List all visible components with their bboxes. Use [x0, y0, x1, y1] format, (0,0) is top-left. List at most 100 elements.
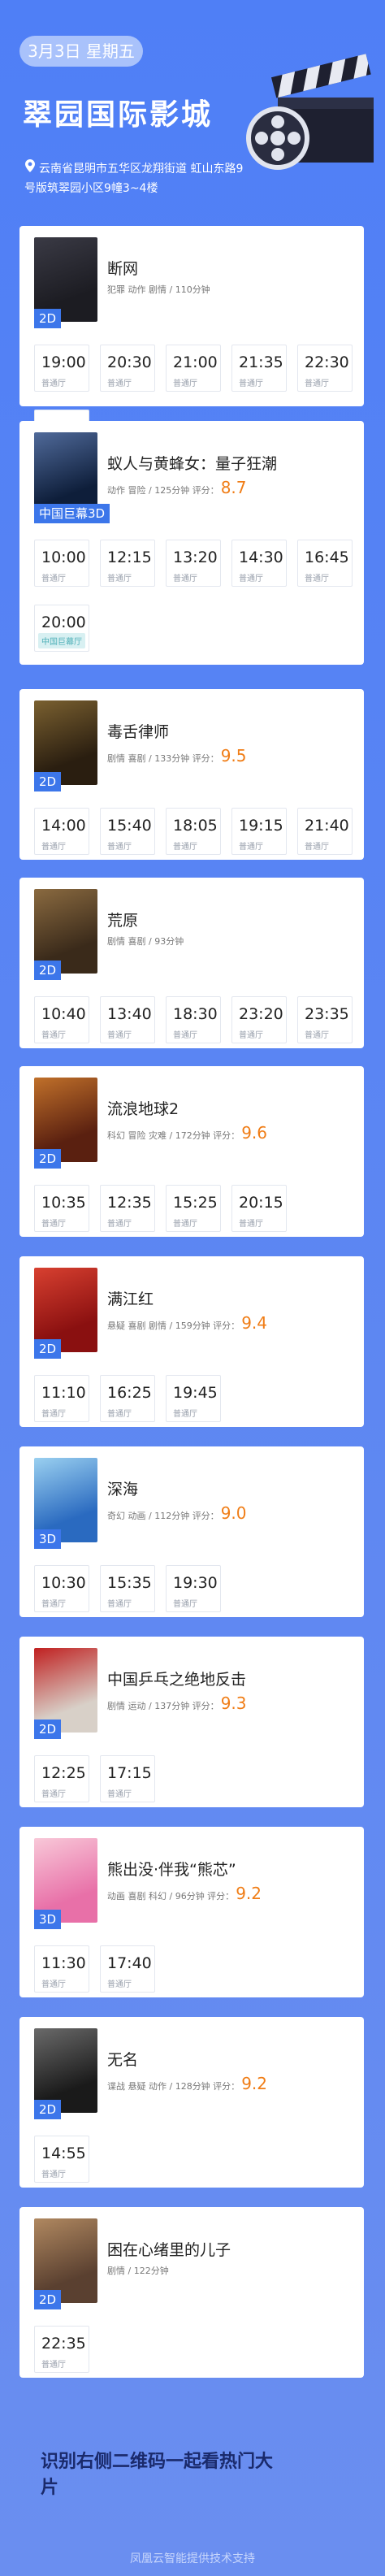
showtime-slot[interactable]: 16:45 普通厅: [297, 540, 353, 587]
showtime-slot[interactable]: 21:35 普通厅: [231, 345, 287, 392]
movie-title[interactable]: 毒舌律师: [107, 720, 169, 742]
format-badge: 2D: [34, 961, 62, 980]
showtime-time: 14:55: [41, 2144, 86, 2162]
movie-card[interactable]: 2D 流浪地球2 科幻 冒险 灾难 / 172分钟 评分： 9.6 10:35 普通厅 12…: [19, 1066, 364, 1237]
movie-title[interactable]: 蚁人与黄蜂女：量子狂潮: [107, 452, 277, 474]
movie-card[interactable]: 2D 中国乒乓之绝地反击 剧情 运动 / 137分钟 评分： 9.3 12:25 普通厅 1…: [19, 1637, 364, 1807]
showtime-hall: 普通厅: [173, 1031, 197, 1040]
showtime-hall: 普通厅: [41, 1220, 66, 1229]
movie-title[interactable]: 满江红: [107, 1287, 154, 1309]
movie-title[interactable]: 熊出没·伴我“熊芯”: [107, 1858, 236, 1880]
showtime-slot[interactable]: 16:25 普通厅: [100, 1375, 155, 1422]
movie-meta: 剧情 运动 / 137分钟 评分： 9.3: [107, 1693, 247, 1713]
showtime-hall: 普通厅: [41, 843, 66, 852]
movie-title[interactable]: 断网: [107, 257, 138, 279]
showtime-time: 17:40: [107, 1954, 152, 1972]
showtime-slot[interactable]: 20:00 中国巨幕厅: [34, 605, 89, 652]
showtime-slot[interactable]: 12:15 普通厅: [100, 540, 155, 587]
showtime-slot[interactable]: 19:15 普通厅: [231, 808, 287, 855]
showtime-hall: 普通厅: [107, 575, 132, 583]
movie-meta-text: 科幻 冒险 灾难 / 172分钟 评分：: [107, 1130, 240, 1141]
showtime-slot[interactable]: 12:35 普通厅: [100, 1185, 155, 1232]
date-badge: 3月3日 星期五: [19, 36, 143, 67]
showtime-slot[interactable]: 17:15 普通厅: [100, 1755, 155, 1802]
movie-card[interactable]: 2D 无名 谍战 悬疑 动作 / 128分钟 评分： 9.2 14:55 普通厅: [19, 2017, 364, 2188]
movie-card[interactable]: 3D 深海 奇幻 动画 / 112分钟 评分： 9.0 10:30 普通厅 15:35 普通厅…: [19, 1446, 364, 1617]
format-badge: 2D: [34, 2100, 62, 2119]
showtime-hall: 普通厅: [107, 1980, 132, 1989]
movie-score: 9.4: [241, 1313, 267, 1333]
format-badge: 2D: [34, 1720, 62, 1739]
format-badge: 2D: [34, 1149, 62, 1169]
movie-meta: 剧情 喜剧 / 93分钟: [107, 935, 184, 948]
showtime-time: 15:25: [173, 1194, 218, 1212]
showtime-slot[interactable]: 19:30 普通厅: [166, 1565, 221, 1612]
movie-title[interactable]: 流浪地球2: [107, 1097, 179, 1119]
format-badge: 3D: [34, 1910, 62, 1929]
showtime-slot[interactable]: 15:25 普通厅: [166, 1185, 221, 1232]
showtime-hall: 普通厅: [305, 1031, 329, 1040]
showtime-slot[interactable]: 14:30 普通厅: [231, 540, 287, 587]
movie-card[interactable]: 3D 熊出没·伴我“熊芯” 动画 喜剧 科幻 / 96分钟 评分： 9.2 11:30 普…: [19, 1827, 364, 1997]
showtime-slot[interactable]: 18:05 普通厅: [166, 808, 221, 855]
showtime-slot[interactable]: 14:55 普通厅: [34, 2136, 89, 2183]
movie-card[interactable]: 2D 荒原 剧情 喜剧 / 93分钟 10:40 普通厅 13:40 普通厅 18:30 普通厅…: [19, 878, 364, 1048]
showtime-time: 12:35: [107, 1194, 152, 1212]
movie-card[interactable]: 中国巨幕3D 蚁人与黄蜂女：量子狂潮 动作 冒险 / 125分钟 评分： 8.7 10:…: [19, 421, 364, 665]
movie-meta-text: 剧情 喜剧 / 93分钟: [107, 936, 184, 947]
showtime-slot[interactable]: 22:30 普通厅: [297, 345, 353, 392]
cinema-title: 翠园国际影城: [23, 98, 214, 132]
showtime-slot[interactable]: 10:35 普通厅: [34, 1185, 89, 1232]
showtime-hall: 普通厅: [239, 379, 263, 388]
showtime-time: 19:45: [173, 1384, 218, 1402]
movie-card[interactable]: 2D 断网 犯罪 动作 剧情 / 110分钟 19:00 普通厅 20:30 普通厅 21:0…: [19, 226, 364, 457]
showtime-slot[interactable]: 21:40 普通厅: [297, 808, 353, 855]
showtime-slot[interactable]: 10:00 普通厅: [34, 540, 89, 587]
location-pin-icon: [25, 159, 35, 172]
showtime-slot[interactable]: 13:40 普通厅: [100, 996, 155, 1043]
movie-card[interactable]: 2D 困在心绪里的儿子 剧情 / 122分钟 22:35 普通厅: [19, 2207, 364, 2378]
showtime-slot[interactable]: 14:00 普通厅: [34, 808, 89, 855]
movie-meta-text: 谍战 悬疑 动作 / 128分钟 评分：: [107, 2081, 240, 2092]
showtime-slot[interactable]: 21:00 普通厅: [166, 345, 221, 392]
showtime-slot[interactable]: 19:00 普通厅: [34, 345, 89, 392]
showtime-time: 19:00: [41, 353, 86, 371]
showtime-slot[interactable]: 10:30 普通厅: [34, 1565, 89, 1612]
movie-card[interactable]: 2D 满江红 悬疑 喜剧 剧情 / 159分钟 评分： 9.4 11:10 普通厅 16:2…: [19, 1256, 364, 1427]
movie-meta: 犯罪 动作 剧情 / 110分钟: [107, 283, 210, 296]
address-text: 云南省昆明市五华区龙翔街道 虹山东路9号版筑翠园小区9幢3~4楼: [24, 163, 244, 195]
showtime-slot[interactable]: 23:20 普通厅: [231, 996, 287, 1043]
showtime-slot[interactable]: 19:45 普通厅: [166, 1375, 221, 1422]
showtime-slot[interactable]: 18:30 普通厅: [166, 996, 221, 1043]
showtime-time: 20:15: [239, 1194, 283, 1212]
tech-support-credit: 凤凰云智能提供技术支持: [130, 2552, 255, 2565]
showtime-slot[interactable]: 11:10 普通厅: [34, 1375, 89, 1422]
showtime-slot[interactable]: 20:30 普通厅: [100, 345, 155, 392]
showtime-hall: 普通厅: [305, 379, 329, 388]
showtime-hall: 普通厅: [41, 1031, 66, 1040]
showtime-slot[interactable]: 13:20 普通厅: [166, 540, 221, 587]
movie-title[interactable]: 荒原: [107, 909, 138, 930]
showtime-slot[interactable]: 15:35 普通厅: [100, 1565, 155, 1612]
showtime-slot[interactable]: 22:35 普通厅: [34, 2326, 89, 2373]
showtime-slot[interactable]: 11:30 普通厅: [34, 1945, 89, 1993]
showtime-slot[interactable]: 17:40 普通厅: [100, 1945, 155, 1993]
movie-title[interactable]: 困在心绪里的儿子: [107, 2238, 231, 2260]
movie-meta: 剧情 / 122分钟: [107, 2264, 169, 2277]
movie-meta: 动作 冒险 / 125分钟 评分： 8.7: [107, 478, 247, 497]
movie-score: 9.2: [236, 1884, 262, 1903]
showtime-slot[interactable]: 15:40 普通厅: [100, 808, 155, 855]
movie-title[interactable]: 无名: [107, 2048, 138, 2070]
movie-title[interactable]: 中国乒乓之绝地反击: [107, 1667, 246, 1689]
showtime-time: 13:40: [107, 1005, 152, 1023]
movie-card[interactable]: 2D 毒舌律师 剧情 喜剧 / 133分钟 评分： 9.5 14:00 普通厅 15:40 普…: [19, 689, 364, 860]
movie-score: 8.7: [220, 478, 247, 497]
showtime-slot[interactable]: 10:40 普通厅: [34, 996, 89, 1043]
movie-title[interactable]: 深海: [107, 1477, 138, 1499]
movie-meta-text: 动作 冒险 / 125分钟 评分：: [107, 485, 219, 496]
showtime-hall: 普通厅: [173, 843, 197, 852]
showtime-slot[interactable]: 20:15 普通厅: [231, 1185, 287, 1232]
showtime-slot[interactable]: 23:35 普通厅: [297, 996, 353, 1043]
showtime-slot[interactable]: 12:25 普通厅: [34, 1755, 89, 1802]
showtime-hall: 普通厅: [107, 1220, 132, 1229]
